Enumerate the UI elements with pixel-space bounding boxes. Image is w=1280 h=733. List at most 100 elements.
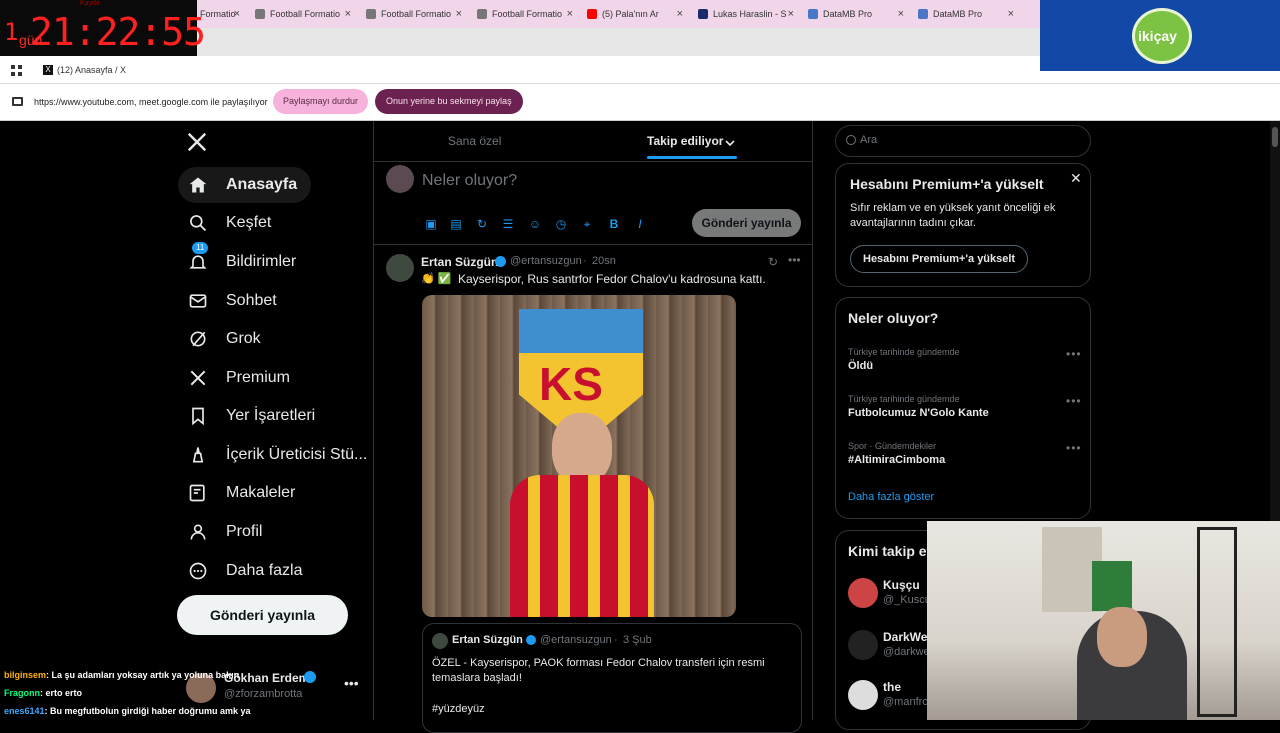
browser-tab[interactable]: Formatio ×: [200, 4, 240, 24]
avatar[interactable]: [386, 254, 414, 282]
sidebar-item-label: Daha fazla: [226, 562, 303, 579]
composer-divider: [374, 244, 812, 245]
green-panel: [1092, 561, 1132, 611]
sidebar-item-3[interactable]: 11 Bildirimler: [180, 242, 296, 280]
tab-favicon-icon: [808, 9, 818, 19]
tab-following[interactable]: Takip ediliyor: [647, 121, 723, 161]
tab-close-icon[interactable]: ×: [788, 8, 794, 20]
browser-tab[interactable]: (5) Pala'nın Ar ×: [587, 4, 683, 24]
more-circle-icon: [186, 559, 210, 583]
sidebar-item-7[interactable]: Yer İşaretleri: [180, 398, 315, 434]
tab-close-icon[interactable]: ×: [345, 8, 351, 20]
search-input[interactable]: Ara: [835, 125, 1091, 157]
home-icon: [186, 173, 210, 197]
more-dots-icon[interactable]: •••: [1066, 347, 1082, 361]
gif-icon[interactable]: ▤: [449, 217, 463, 231]
apps-grid-icon[interactable]: [11, 64, 23, 76]
tab-close-icon[interactable]: ×: [567, 8, 573, 20]
notification-badge: 11: [192, 242, 209, 254]
browser-tab[interactable]: Football Formatio ×: [255, 4, 351, 24]
schedule-icon[interactable]: ◷: [554, 217, 568, 231]
more-dots-icon[interactable]: •••: [344, 675, 359, 691]
sidebar-item-label: Premium: [226, 369, 291, 386]
webcam-overlay: [927, 521, 1280, 720]
share-status-text: https://www.youtube.com, meet.google.com…: [34, 97, 268, 107]
quote-author-handle: @ertansuzgun: [540, 634, 612, 646]
chevron-down-icon[interactable]: [725, 135, 735, 147]
tab-close-icon[interactable]: ×: [1008, 8, 1014, 20]
browser-tab[interactable]: DataMB Pro ×: [808, 4, 904, 24]
quote-hashtag[interactable]: #yüzdeyüz: [432, 703, 485, 715]
timer-days: 1: [4, 18, 19, 46]
stop-sharing-button[interactable]: Paylaşmayı durdur: [273, 89, 369, 114]
sidebar-item-4[interactable]: Sohbet: [180, 283, 277, 319]
poll-icon[interactable]: ☰: [501, 217, 515, 231]
active-tab-title[interactable]: (12) Anasayfa / X: [57, 65, 126, 75]
tweet-time[interactable]: 20sn: [592, 255, 616, 267]
composer-post-button[interactable]: Gönderi yayınla: [692, 209, 801, 237]
sidebar-item-8[interactable]: İçerik Üreticisi Stü...: [180, 437, 367, 473]
sidebar-item-11[interactable]: Daha fazla: [180, 553, 303, 589]
logo-text: ikiçay: [1138, 28, 1177, 44]
share-this-tab-button[interactable]: Onun yerine bu sekmeyi paylaş: [375, 89, 523, 114]
bold-icon[interactable]: B: [607, 217, 621, 231]
sidebar-item-label: Yer İşaretleri: [226, 407, 316, 424]
tweet-author-handle[interactable]: @ertansuzgun: [510, 255, 582, 267]
tab-close-icon[interactable]: ×: [234, 8, 240, 20]
sidebar-item-2[interactable]: Keşfet: [180, 205, 271, 241]
close-icon[interactable]: ✕: [1070, 170, 1082, 187]
chat-username: Fragonn: [4, 688, 40, 698]
tab-close-icon[interactable]: ×: [898, 8, 904, 20]
tab-label: Football Formatio: [492, 9, 563, 19]
crest-letters: KS: [539, 358, 603, 410]
italic-icon[interactable]: I: [633, 217, 647, 231]
more-dots-icon[interactable]: •••: [1066, 441, 1082, 455]
avatar: [386, 165, 414, 193]
sponsor-logo: ikiçay: [1040, 0, 1280, 71]
sidebar-item-9[interactable]: Makaleler: [180, 475, 295, 511]
quote-text: ÖZEL - Kayserispor, PAOK forması Fedor C…: [432, 657, 765, 684]
browser-tab[interactable]: Lukas Haraslin - S ×: [698, 4, 794, 24]
scrollbar-thumb[interactable]: [1272, 127, 1278, 147]
grok-icon[interactable]: ↻: [768, 255, 778, 269]
x-logo-icon[interactable]: [186, 131, 208, 153]
tab-underline: [647, 156, 737, 159]
more-dots-icon[interactable]: •••: [1066, 394, 1082, 408]
trend-item[interactable]: Türkiye tarihinde gündemde Futbolcumuz N'…: [836, 394, 1090, 434]
tab-favicon-icon: [477, 9, 487, 19]
emoji-icon[interactable]: ☺: [528, 217, 542, 231]
image-icon[interactable]: ▣: [424, 217, 438, 231]
sidebar-item-label: Anasayfa: [226, 176, 298, 193]
trend-item[interactable]: Spor · Gündemdekiler #AltimiraCimboma •••: [836, 441, 1090, 481]
composer-input[interactable]: Neler oluyor?: [422, 172, 517, 190]
tweet-text: Kayserispor, Rus santrfor Fedor Chalov'u…: [458, 272, 766, 286]
sidebar-item-5[interactable]: Grok: [180, 321, 261, 357]
tab-for-you[interactable]: Sana özel: [448, 121, 501, 161]
suggestion-handle: @darkwe: [883, 646, 930, 658]
avatar: [848, 630, 878, 660]
premium-upgrade-button[interactable]: Hesabını Premium+'a yükselt: [850, 245, 1029, 273]
person-icon: [186, 520, 210, 544]
browser-tab[interactable]: Football Formatio ×: [366, 4, 462, 24]
more-dots-icon[interactable]: •••: [788, 253, 801, 267]
quote-author-name: Ertan Süzgün: [452, 634, 523, 646]
tab-close-icon[interactable]: ×: [677, 8, 683, 20]
browser-tab[interactable]: Football Formatio ×: [477, 4, 573, 24]
sidebar-item-6[interactable]: Premium: [180, 360, 290, 396]
tab-close-icon[interactable]: ×: [456, 8, 462, 20]
chat-message: Fragonn: erto erto: [4, 688, 82, 698]
browser-tab[interactable]: DataMB Pro ×: [918, 4, 1014, 24]
tweet-image[interactable]: KS: [422, 295, 736, 617]
trend-item[interactable]: Türkiye tarihinde gündemde Öldü •••: [836, 347, 1090, 387]
tweet-author-name[interactable]: Ertan Süzgün: [421, 255, 498, 269]
post-button[interactable]: Gönderi yayınla: [177, 595, 348, 635]
show-more-link[interactable]: Daha fazla göster: [848, 491, 934, 503]
sidebar-item-1[interactable]: Anasayfa: [178, 167, 312, 203]
sidebar-item-label: Profil: [226, 523, 263, 540]
address-bar[interactable]: [197, 28, 1040, 56]
grok-icon[interactable]: ↻: [475, 217, 489, 231]
location-icon[interactable]: ⌖: [580, 217, 594, 231]
crest-mountain: [519, 309, 643, 353]
sidebar-item-10[interactable]: Profil: [180, 514, 262, 550]
quoted-tweet[interactable]: Ertan Süzgün @ertansuzgun · 3 Şub ÖZEL -…: [422, 623, 802, 733]
